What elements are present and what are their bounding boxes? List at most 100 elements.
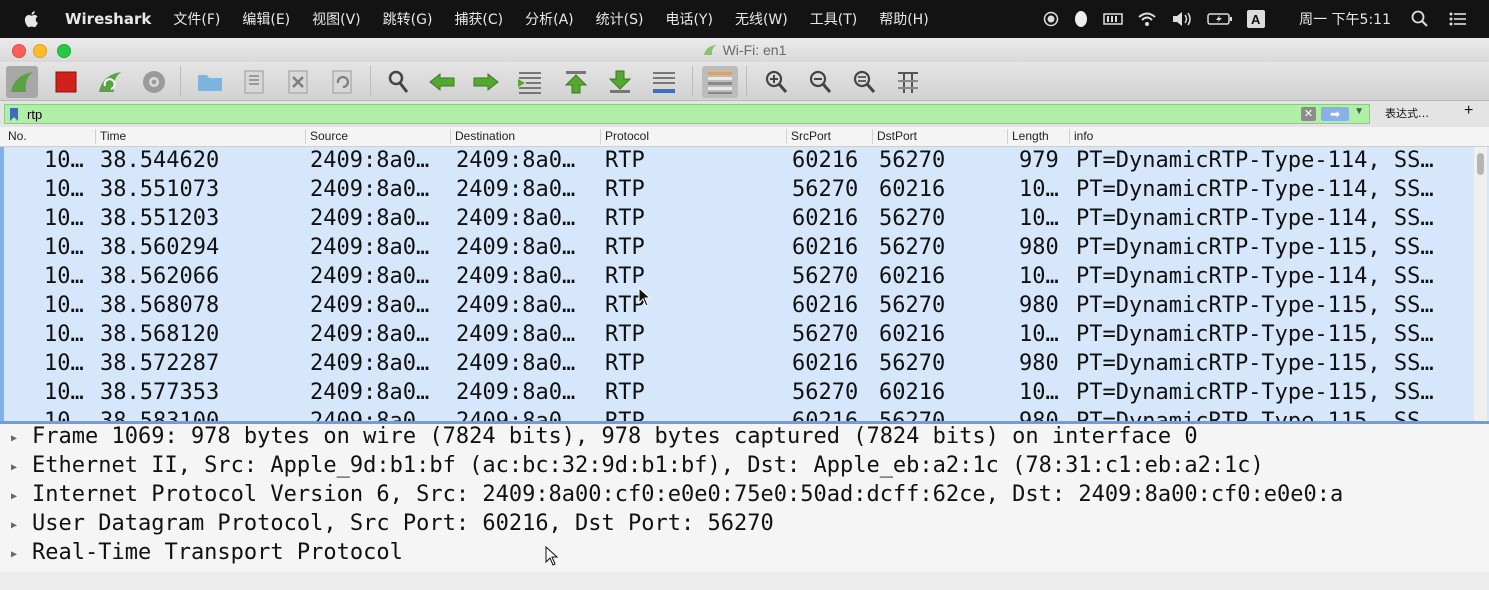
expand-triangle-icon[interactable]: ▶	[11, 491, 17, 502]
packet-list-header: No. Time Source Destination Protocol Src…	[0, 127, 1489, 147]
column-header-length[interactable]: Length	[1012, 129, 1049, 143]
restart-capture-icon[interactable]	[94, 66, 126, 98]
go-to-packet-icon[interactable]	[514, 66, 546, 98]
menu-tools[interactable]: 工具(T)	[810, 9, 857, 29]
go-back-icon[interactable]	[426, 66, 458, 98]
filter-history-chevron-down-icon[interactable]: ▼	[1354, 106, 1364, 117]
menu-analyze[interactable]: 分析(A)	[525, 9, 574, 29]
cell-srcport: 60216	[792, 148, 859, 173]
menu-edit[interactable]: 编辑(E)	[242, 9, 290, 29]
resize-columns-icon[interactable]	[892, 66, 924, 98]
cell-srcport: 56270	[792, 380, 859, 405]
menu-capture[interactable]: 捕获(C)	[454, 9, 503, 29]
first-packet-icon[interactable]	[560, 66, 592, 98]
table-row[interactable]: 10… 38.568120 2409:8a0… 2409:8a0… RTP 56…	[4, 321, 1474, 350]
cell-destination: 2409:8a0…	[456, 206, 576, 231]
mouse-cursor-icon	[638, 287, 652, 307]
table-row[interactable]: 10… 38.572287 2409:8a0… 2409:8a0… RTP 60…	[4, 350, 1474, 379]
table-row[interactable]: 10… 38.551073 2409:8a0… 2409:8a0… RTP 56…	[4, 176, 1474, 205]
cell-dstport: 56270	[879, 148, 946, 173]
table-row[interactable]: 10… 38.551203 2409:8a0… 2409:8a0… RTP 60…	[4, 205, 1474, 234]
menu-file[interactable]: 文件(F)	[173, 9, 220, 29]
menu-help[interactable]: 帮助(H)	[879, 9, 928, 29]
expand-triangle-icon[interactable]: ▶	[11, 520, 17, 531]
expand-triangle-icon[interactable]: ▶	[11, 433, 17, 444]
record-icon[interactable]	[1043, 11, 1059, 27]
column-header-info[interactable]: info	[1074, 129, 1093, 143]
wifi-icon[interactable]	[1137, 11, 1157, 27]
colorize-packet-list-icon[interactable]	[702, 66, 738, 98]
cell-destination: 2409:8a0…	[456, 322, 576, 347]
menu-statistics[interactable]: 统计(S)	[596, 9, 644, 29]
input-method-icon[interactable]: A	[1247, 10, 1266, 28]
detail-tree-item[interactable]: ▶ Ethernet II, Src: Apple_9d:b1:bf (ac:b…	[0, 453, 1489, 482]
column-header-destination[interactable]: Destination	[455, 129, 515, 143]
cell-time: 38.568120	[100, 322, 220, 347]
scrollbar-thumb[interactable]	[1477, 153, 1484, 175]
save-file-icon[interactable]	[238, 66, 270, 98]
memory-icon[interactable]	[1103, 12, 1123, 26]
apple-icon[interactable]	[24, 10, 46, 28]
last-packet-icon[interactable]	[604, 66, 636, 98]
notification-center-icon[interactable]	[1449, 11, 1467, 27]
start-capture-icon[interactable]	[6, 66, 38, 98]
detail-tree-item[interactable]: ▶ Internet Protocol Version 6, Src: 2409…	[0, 482, 1489, 511]
go-forward-icon[interactable]	[470, 66, 502, 98]
open-file-icon[interactable]	[194, 66, 226, 98]
stop-capture-icon[interactable]	[50, 66, 82, 98]
table-row[interactable]: 10… 38.577353 2409:8a0… 2409:8a0… RTP 56…	[4, 379, 1474, 408]
packet-details-pane: ▶ Frame 1069: 978 bytes on wire (7824 bi…	[0, 424, 1489, 572]
close-file-icon[interactable]	[282, 66, 314, 98]
detail-tree-item[interactable]: ▶ Frame 1069: 978 bytes on wire (7824 bi…	[0, 424, 1489, 453]
column-header-no[interactable]: No.	[8, 129, 27, 143]
column-header-srcport[interactable]: SrcPort	[791, 129, 831, 143]
app-menu-wireshark[interactable]: Wireshark	[65, 10, 151, 28]
cell-protocol: RTP	[605, 409, 645, 421]
expand-triangle-icon[interactable]: ▶	[11, 549, 17, 560]
capture-options-icon[interactable]	[138, 66, 170, 98]
cell-protocol: RTP	[605, 235, 645, 260]
spotlight-search-icon[interactable]	[1411, 10, 1429, 28]
column-header-source[interactable]: Source	[310, 129, 348, 143]
expression-button[interactable]: 表达式…	[1385, 105, 1429, 121]
reload-file-icon[interactable]	[326, 66, 358, 98]
menubar-clock[interactable]: 周一 下午5:11	[1299, 9, 1391, 29]
menu-go[interactable]: 跳转(G)	[383, 9, 433, 29]
window-close-button[interactable]	[12, 44, 26, 58]
menu-telephony[interactable]: 电话(Y)	[665, 9, 712, 29]
table-row[interactable]: 10… 38.568078 2409:8a0… 2409:8a0… RTP 60…	[4, 292, 1474, 321]
auto-scroll-icon[interactable]	[648, 66, 680, 98]
detail-tree-item[interactable]: ▶ Real-Time Transport Protocol	[0, 540, 1489, 569]
clear-filter-icon[interactable]: ✕	[1301, 107, 1316, 121]
battery-icon[interactable]	[1207, 12, 1233, 26]
menu-view[interactable]: 视图(V)	[312, 9, 361, 29]
apply-filter-icon[interactable]: ➡	[1321, 107, 1349, 121]
add-filter-button[interactable]: +	[1464, 102, 1473, 120]
window-minimize-button[interactable]	[33, 44, 47, 58]
cell-time: 38.562066	[100, 264, 220, 289]
display-filter-input[interactable]: rtp ✕ ➡ ▼	[4, 104, 1370, 124]
zoom-in-icon[interactable]	[760, 66, 792, 98]
cell-destination: 2409:8a0…	[456, 148, 576, 173]
table-row[interactable]: 10… 38.560294 2409:8a0… 2409:8a0… RTP 60…	[4, 234, 1474, 263]
filter-text[interactable]: rtp	[27, 107, 42, 122]
volume-icon[interactable]	[1171, 11, 1193, 27]
cell-info: PT=DynamicRTP-Type-115, SS…	[1076, 351, 1434, 376]
find-packet-icon[interactable]	[382, 66, 414, 98]
expand-triangle-icon[interactable]: ▶	[11, 462, 17, 473]
window-zoom-button[interactable]	[57, 44, 71, 58]
detail-tree-item[interactable]: ▶ User Datagram Protocol, Src Port: 6021…	[0, 511, 1489, 540]
qq-penguin-icon[interactable]	[1073, 10, 1089, 28]
normal-size-icon[interactable]	[848, 66, 880, 98]
column-header-protocol[interactable]: Protocol	[605, 129, 649, 143]
table-row[interactable]: 10… 38.544620 2409:8a0… 2409:8a0… RTP 60…	[4, 147, 1474, 176]
menu-wireless[interactable]: 无线(W)	[735, 9, 788, 29]
packet-list-scrollbar[interactable]	[1474, 147, 1487, 421]
column-header-dstport[interactable]: DstPort	[877, 129, 917, 143]
zoom-out-icon[interactable]	[804, 66, 836, 98]
cell-no: 10…	[44, 380, 84, 405]
filter-bookmark-icon[interactable]	[9, 107, 19, 121]
table-row[interactable]: 10… 38.562066 2409:8a0… 2409:8a0… RTP 56…	[4, 263, 1474, 292]
table-row[interactable]: 10… 38.583100 2409:8a0… 2409:8a0… RTP 60…	[4, 408, 1474, 421]
column-header-time[interactable]: Time	[100, 129, 126, 143]
